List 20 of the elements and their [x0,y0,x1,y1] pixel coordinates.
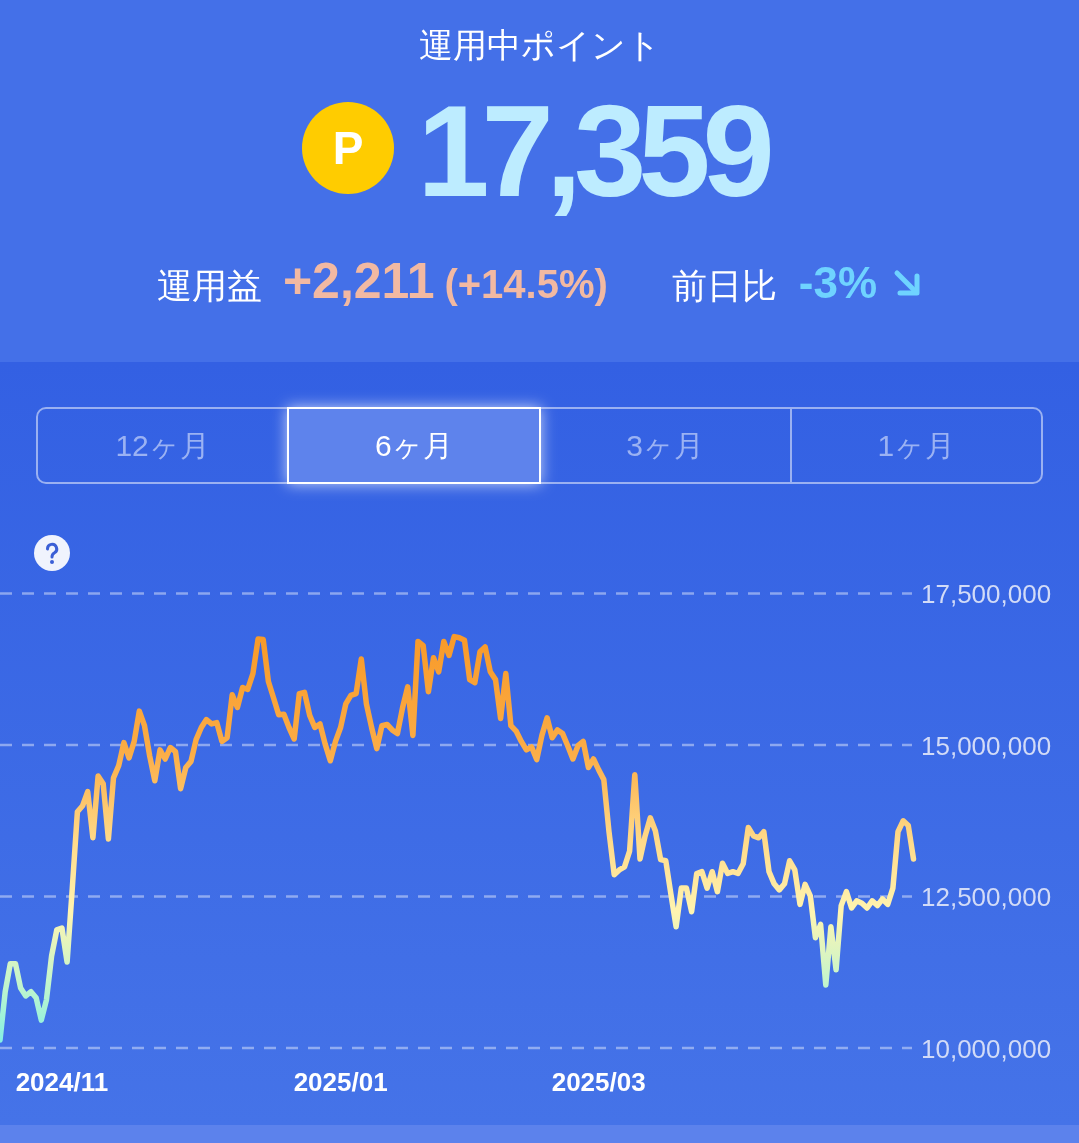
period-tab[interactable]: 6ヶ月 [287,407,541,484]
profit-amount: +2,211 [282,256,435,306]
help-icon[interactable] [34,535,70,571]
period-tab[interactable]: 12ヶ月 [38,409,288,482]
x-axis-label: 2025/03 [551,1067,646,1097]
daily-change-value: -3% [798,261,878,305]
period-tab[interactable]: 1ヶ月 [789,409,1041,482]
profit-percent: (+14.5%) [444,264,608,304]
y-axis-label: 17,500,000 [921,579,1052,610]
header-title: 運用中ポイント [418,25,661,66]
points-balance: 17,359 [417,78,769,224]
x-axis-label: 2025/01 [293,1067,388,1097]
y-axis-label: 15,000,000 [921,730,1052,761]
daily-change-label: 前日比 [671,268,777,303]
y-axis-label: 12,500,000 [921,882,1052,913]
points-coin: P [302,102,395,194]
x-axis-label: 2024/11 [15,1067,109,1097]
y-axis-label: 10,000,000 [921,1033,1052,1064]
profit-label: 運用益 [156,268,262,303]
period-tab[interactable]: 3ヶ月 [540,409,790,482]
